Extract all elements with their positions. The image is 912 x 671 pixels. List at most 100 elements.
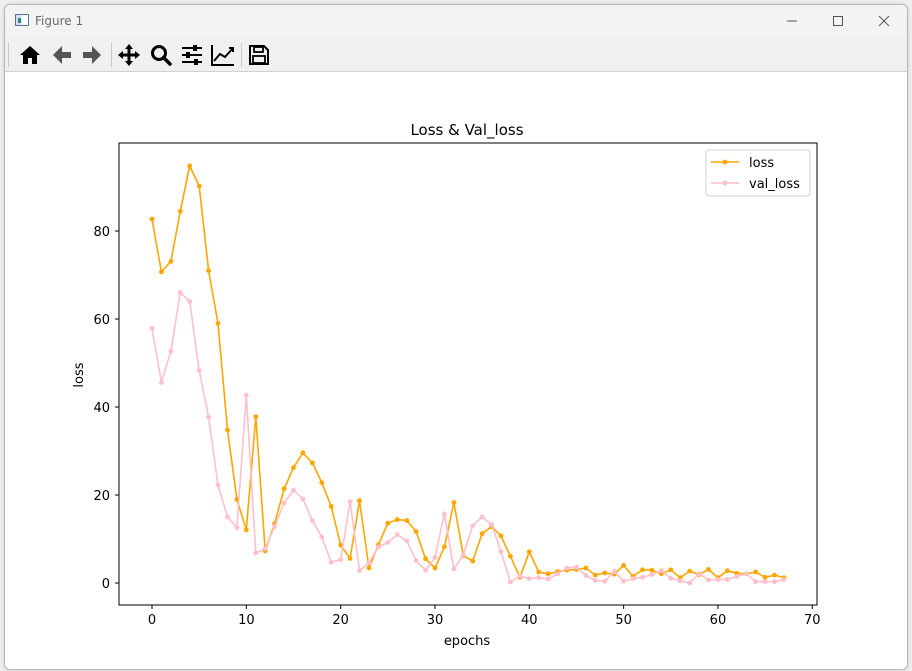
- figure-canvas[interactable]: Loss & Val_loss 0 10 20 30 40 50 60 70 0 20 40 60 80…: [5, 72, 907, 669]
- data-point: [225, 514, 230, 520]
- x-tick-label: 40: [521, 613, 538, 628]
- data-point: [187, 299, 193, 304]
- data-point: [385, 540, 391, 545]
- data-point: [583, 565, 589, 571]
- data-point: [404, 518, 410, 523]
- data-point: [366, 565, 372, 571]
- data-point: [234, 525, 240, 530]
- data-point: [423, 556, 428, 562]
- data-point: [762, 579, 768, 585]
- data-point: [281, 500, 287, 506]
- data-point: [479, 531, 485, 537]
- data-point: [677, 578, 683, 584]
- data-point: [442, 544, 447, 550]
- data-point: [508, 553, 513, 559]
- data-point: [215, 482, 221, 488]
- data-point: [753, 569, 759, 575]
- data-point: [328, 559, 334, 565]
- data-point: [253, 414, 259, 420]
- data-point: [564, 565, 570, 571]
- data-point: [592, 572, 598, 578]
- data-point: [310, 460, 315, 466]
- data-point: [574, 564, 579, 570]
- data-point: [640, 567, 645, 573]
- data-point: [376, 544, 381, 550]
- y-axis-label: loss: [72, 362, 87, 387]
- data-point: [498, 549, 504, 555]
- data-point: [328, 504, 334, 509]
- figure-window: Figure 1 Loss & Val_loss 0 10 20 30 40 5…: [4, 4, 908, 670]
- data-point: [225, 427, 230, 433]
- data-point: [706, 567, 711, 572]
- data-point: [357, 498, 362, 504]
- x-tick-label: 70: [804, 613, 821, 628]
- legend-marker: [722, 180, 728, 186]
- data-point: [772, 579, 777, 585]
- data-point: [394, 517, 400, 522]
- data-point: [338, 557, 344, 563]
- y-tick-label: 40: [93, 401, 110, 416]
- data-point: [649, 572, 655, 577]
- x-tick-label: 0: [148, 613, 156, 628]
- data-point: [545, 576, 551, 582]
- data-point: [206, 268, 212, 273]
- data-point: [319, 534, 325, 540]
- data-point: [781, 577, 787, 582]
- data-point: [460, 552, 466, 558]
- x-tick-label: 60: [710, 613, 727, 628]
- data-point: [536, 575, 542, 581]
- data-point: [526, 549, 532, 555]
- data-point: [310, 518, 315, 523]
- data-point: [536, 569, 542, 575]
- data-point: [300, 496, 306, 502]
- data-point: [291, 487, 296, 493]
- data-point: [243, 392, 249, 398]
- data-point: [621, 563, 626, 568]
- data-point: [196, 368, 202, 373]
- data-point: [177, 290, 183, 295]
- data-point: [743, 571, 749, 577]
- data-point: [149, 216, 155, 222]
- data-point: [602, 570, 608, 576]
- data-point: [177, 208, 183, 214]
- data-point: [215, 321, 221, 326]
- data-point: [602, 578, 608, 584]
- data-point: [187, 163, 193, 169]
- data-point: [592, 578, 598, 583]
- y-tick-label: 60: [93, 313, 110, 328]
- data-point: [725, 577, 730, 582]
- legend: loss val_loss: [705, 149, 811, 197]
- data-point: [300, 450, 306, 456]
- loss-chart[interactable]: Loss & Val_loss 0 10 20 30 40 50 60 70 0 20 40 60 80…: [4, 4, 908, 670]
- data-point: [451, 566, 457, 572]
- data-point: [725, 568, 730, 574]
- data-point: [545, 571, 551, 577]
- plot-area: [118, 142, 818, 606]
- data-point: [262, 546, 268, 552]
- data-point: [621, 578, 626, 584]
- data-point: [753, 579, 759, 585]
- data-point: [432, 565, 438, 571]
- data-point: [772, 572, 777, 578]
- data-point: [659, 568, 664, 574]
- data-point: [630, 576, 636, 581]
- data-point: [583, 573, 589, 578]
- data-point: [517, 573, 523, 579]
- data-point: [611, 569, 617, 574]
- y-tick-label: 0: [102, 577, 110, 592]
- data-point: [479, 514, 485, 520]
- data-point: [555, 571, 560, 577]
- x-tick-label: 10: [238, 613, 255, 628]
- data-point: [206, 414, 212, 420]
- data-point: [159, 380, 164, 385]
- data-point: [640, 574, 645, 580]
- data-point: [649, 567, 655, 573]
- legend-label: val_loss: [749, 177, 800, 192]
- data-point: [687, 568, 693, 574]
- data-point: [291, 465, 296, 471]
- y-tick-label: 20: [93, 489, 110, 504]
- data-point: [366, 560, 372, 566]
- data-point: [432, 555, 438, 560]
- data-point: [357, 568, 362, 574]
- data-point: [470, 558, 476, 564]
